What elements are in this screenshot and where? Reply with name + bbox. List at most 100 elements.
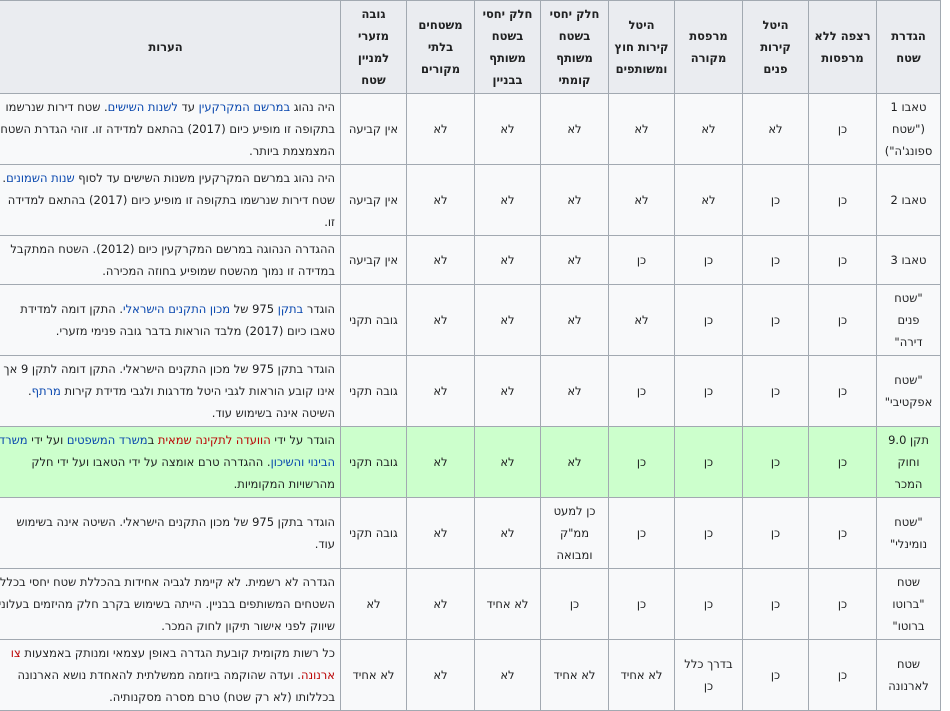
table-cell: לא אחיד	[608, 639, 675, 711]
table-cell: גובה תקני	[340, 497, 407, 569]
table-cell: לא	[608, 93, 675, 165]
table-cell: לא	[608, 284, 675, 356]
col-header[interactable]: מרפסת מקורה	[674, 0, 743, 94]
table-cell: כן	[674, 355, 743, 427]
table-cell: כן	[808, 639, 877, 711]
table-cell: לא	[674, 164, 743, 236]
table-body: טאבו 1 ("שטח ספונג'ה") כן לא לא לא לא לא לא אין …	[0, 93, 941, 711]
col-header[interactable]: רצפה ללא מרפסות	[808, 0, 877, 94]
notes-cell: כל רשות מקומית קובעת הגדרה באופן עצמאי ו…	[0, 639, 341, 711]
table-cell: לא	[406, 164, 475, 236]
table-cell: כן	[742, 568, 809, 640]
table-row: שטח לארנונה כן כן בדרך כלל כן לא אחיד לא אחיד…	[0, 639, 941, 711]
table-cell: לא	[540, 355, 609, 427]
note-text: כל רשות מקומית קובעת הגדרה באופן עצמאי ו…	[20, 646, 335, 660]
wiki-link[interactable]: שנות השמונים	[6, 171, 75, 185]
table-cell: לא	[742, 93, 809, 165]
note-text: הוגדר על ידי	[270, 433, 335, 447]
row-definition-cell: תקן 9.0 וחוק המכר	[876, 426, 941, 498]
table-row: טאבו 1 ("שטח ספונג'ה") כן לא לא לא לא לא לא אין …	[0, 93, 941, 165]
table-cell: כן	[808, 284, 877, 356]
notes-cell: הוגדר בתקן 975 של מכון התקנים הישראלי. ה…	[0, 497, 341, 569]
col-header[interactable]: משטחים בלתי מקורים	[406, 0, 475, 94]
table-cell: לא	[540, 235, 609, 285]
row-definition-cell: "שטח נומינלי"	[876, 497, 941, 569]
row-definition-cell: שטח "ברוטו ברוטו"	[876, 568, 941, 640]
table-cell: גובה תקני	[340, 284, 407, 356]
wiki-link[interactable]: משרד המשפטים	[67, 433, 148, 447]
col-header[interactable]: חלק יחסי בשטח משותף בבניין	[474, 0, 541, 94]
note-text: 975 של	[230, 302, 278, 316]
table-cell: לא	[474, 497, 541, 569]
table-cell: לא	[406, 639, 475, 711]
wiki-link[interactable]: מכון התקנים הישראלי	[123, 302, 230, 316]
table-cell: לא	[540, 284, 609, 356]
col-header[interactable]: חלק יחסי בשטח משותף קומתי	[540, 0, 609, 94]
table-cell: לא	[340, 568, 407, 640]
table-cell: כן	[674, 426, 743, 498]
note-text: היה נהוג	[290, 100, 335, 114]
notes-cell: היה נהוג במרשם המקרקעין עד לשנות השישים.…	[0, 93, 341, 165]
row-definition-cell: "שטח אפקטיבי"	[876, 355, 941, 427]
table-row: "שטח פנים דירה" כן כן כן לא לא לא לא גובה תקני הו…	[0, 284, 941, 356]
table-cell: לא	[474, 639, 541, 711]
table-cell: לא	[674, 93, 743, 165]
row-definition-cell: שטח לארנונה	[876, 639, 941, 711]
table-cell: כן	[608, 426, 675, 498]
table-cell: לא	[406, 93, 475, 165]
notes-cell: הגדרה לא רשמית. לא קיימת לגביה אחידות בה…	[0, 568, 341, 640]
col-header[interactable]: היטל קירות פנים	[742, 0, 809, 94]
notes-cell: היה נהוג במרשם המקרקעין משנות השישים עד …	[0, 164, 341, 236]
row-definition-cell: טאבו 1 ("שטח ספונג'ה")	[876, 93, 941, 165]
note-text: הוגדר בתקן 975 של מכון התקנים הישראלי. ה…	[16, 515, 335, 551]
table-cell: כן	[808, 568, 877, 640]
table-cell: לא	[406, 426, 475, 498]
table-cell: לא	[474, 93, 541, 165]
table-cell: כן	[742, 164, 809, 236]
table-cell: כן	[608, 235, 675, 285]
wiki-link[interactable]: לשנות השישים	[108, 100, 178, 114]
table-cell: כן	[674, 284, 743, 356]
table-cell: כן	[808, 93, 877, 165]
table-cell: לא	[406, 355, 475, 427]
table-row: תקן 9.0 וחוק המכר כן כן כן כן לא לא לא גובה תקני…	[0, 426, 941, 498]
note-text: . ועדה שהוקמה ביוזמה ממשלתית להאחדת נושא…	[17, 668, 335, 704]
wiki-link[interactable]: בתקן	[278, 302, 304, 316]
table-cell: לא	[406, 284, 475, 356]
table-cell: לא	[474, 164, 541, 236]
table-cell: לא	[406, 497, 475, 569]
note-text: עד	[177, 100, 199, 114]
table-cell: כן	[540, 568, 609, 640]
notes-cell: ההגדרה הנהוגה במרשם המקרקעין כיום (2012)…	[0, 235, 341, 285]
table-cell: אין קביעה	[340, 164, 407, 236]
table-cell: אין קביעה	[340, 93, 407, 165]
table-row: שטח "ברוטו ברוטו" כן כן כן כן כן לא אחיד לא לא הג…	[0, 568, 941, 640]
note-text: ההגדרה הנהוגה במרשם המקרקעין כיום (2012)…	[10, 242, 335, 278]
wiki-link[interactable]: מרתף	[32, 384, 61, 398]
row-definition-cell: טאבו 3	[876, 235, 941, 285]
wiki-link[interactable]: במרשם המקרקעין	[199, 100, 290, 114]
table-cell: כן	[608, 497, 675, 569]
table-cell: כן	[808, 355, 877, 427]
table-cell: כן	[742, 426, 809, 498]
table-cell: כן	[742, 639, 809, 711]
table-cell: לא	[474, 284, 541, 356]
col-header[interactable]: הערות	[0, 0, 341, 94]
col-header[interactable]: היטל קירות חוץ ומשותפים	[608, 0, 675, 94]
table-cell: לא אחיד	[340, 639, 407, 711]
table-cell: לא	[540, 426, 609, 498]
table-cell: בדרך כלל כן	[674, 639, 743, 711]
notes-cell: הוגדר על ידי הוועדה לתקינה שמאית במשרד ה…	[0, 426, 341, 498]
table-cell: אין קביעה	[340, 235, 407, 285]
col-header[interactable]: גובה מזערי למניין שטח	[340, 0, 407, 94]
col-header[interactable]: הגדרת שטח	[876, 0, 941, 94]
row-definition-cell: "שטח פנים דירה"	[876, 284, 941, 356]
wiki-link[interactable]: הוועדה לתקינה שמאית	[158, 433, 271, 447]
note-text: היה נהוג במרשם המקרקעין משנות השישים עד …	[74, 171, 335, 185]
table-cell: כן	[808, 497, 877, 569]
table-cell: כן	[742, 235, 809, 285]
table-cell: לא אחיד	[474, 568, 541, 640]
table-cell: לא	[474, 235, 541, 285]
table-cell: לא	[406, 235, 475, 285]
table-cell: לא	[608, 164, 675, 236]
